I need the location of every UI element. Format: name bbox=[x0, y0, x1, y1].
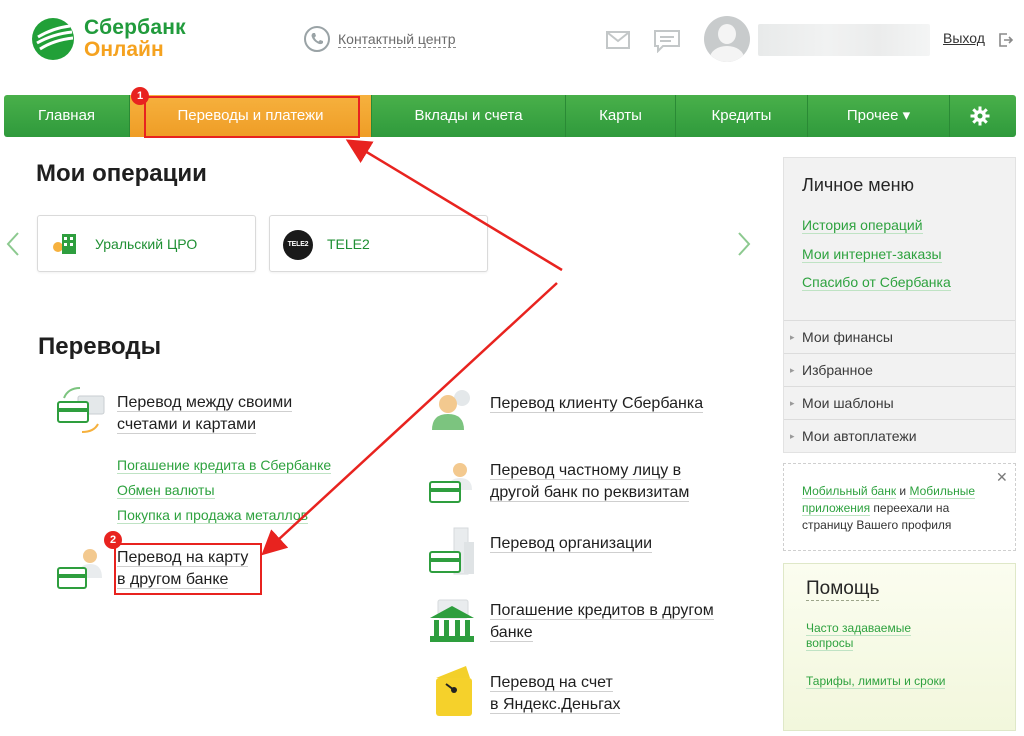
link-mobile-bank[interactable]: Мобильный банк bbox=[802, 484, 897, 499]
notice-conjunction: и bbox=[896, 484, 910, 498]
transfers-title: Переводы bbox=[38, 333, 162, 360]
nav-item-deposits[interactable]: Вклады и счета bbox=[372, 95, 566, 137]
nav-item-credits[interactable]: Кредиты bbox=[676, 95, 808, 137]
logout-icon[interactable] bbox=[998, 32, 1014, 48]
chevron-left-icon[interactable] bbox=[5, 231, 21, 257]
transfer-title-line2: другой банк по реквизитам bbox=[490, 484, 690, 502]
sub-link-currency-exchange[interactable]: Обмен валюты bbox=[117, 482, 215, 499]
own-accounts-transfer-icon bbox=[57, 387, 105, 433]
nav-item-cards[interactable]: Карты bbox=[566, 95, 676, 137]
transfer-sberbank-client[interactable]: Перевод клиенту Сбербанка bbox=[490, 393, 704, 415]
sub-link-metals[interactable]: Покупка и продажа металлов bbox=[117, 507, 309, 524]
tele2-logo-icon: TELE2 bbox=[283, 230, 313, 260]
avatar[interactable] bbox=[704, 16, 750, 62]
link-internet-orders[interactable]: Мои интернет-заказы bbox=[802, 246, 942, 263]
private-person-transfer-icon bbox=[429, 463, 472, 503]
section-my-autopayments[interactable]: Мои автоплатежи bbox=[784, 419, 1015, 453]
gear-icon[interactable] bbox=[970, 106, 990, 126]
sberbank-logo-icon bbox=[32, 18, 74, 60]
operation-card-label: TELE2 bbox=[327, 236, 370, 252]
notice-text: Мобильный банк и Мобильные приложения пе… bbox=[802, 483, 1002, 534]
bank-building-icon bbox=[430, 599, 474, 642]
help-panel: Помощь Часто задаваемые вопросы Тарифы, … bbox=[783, 563, 1016, 731]
transfer-title-line2: в Яндекс.Деньгах bbox=[490, 696, 621, 714]
transfer-title-line2: банке bbox=[490, 624, 533, 642]
operation-card-label: Уральский ЦРО bbox=[95, 236, 198, 252]
transfer-title-line1: Перевод между своими bbox=[117, 394, 293, 412]
sberbank-client-icon bbox=[432, 390, 470, 430]
header: Сбербанк Онлайн Контактный центр Выход bbox=[0, 0, 1024, 95]
transfer-title-line1: Перевод клиенту Сбербанка bbox=[490, 395, 704, 413]
nav-item-home[interactable]: Главная bbox=[4, 95, 130, 137]
annotation-box-2 bbox=[114, 543, 262, 595]
logo-text-line2: Онлайн bbox=[84, 38, 164, 61]
personal-menu-title: Личное меню bbox=[802, 175, 915, 195]
transfer-title-line2: счетами и картами bbox=[117, 416, 257, 434]
operation-card-tele2[interactable]: TELE2 TELE2 bbox=[269, 215, 488, 272]
sub-link-loan-repayment[interactable]: Погашение кредита в Сбербанке bbox=[117, 457, 332, 474]
chevron-right-icon[interactable] bbox=[736, 231, 752, 257]
annotation-badge-1: 1 bbox=[131, 87, 149, 105]
my-operations-title: Мои операции bbox=[36, 160, 207, 187]
section-my-finances[interactable]: Мои финансы bbox=[784, 320, 1015, 354]
section-favorites[interactable]: Избранное bbox=[784, 353, 1015, 387]
transfer-loan-other-bank[interactable]: Погашение кредитов в другом банке bbox=[490, 600, 714, 644]
logout-link[interactable]: Выход bbox=[943, 30, 985, 46]
transfer-own-accounts[interactable]: Перевод между своими счетами и картами bbox=[117, 392, 293, 436]
transfer-title-line1: Перевод частному лицу в bbox=[490, 462, 682, 480]
annotation-badge-2: 2 bbox=[104, 531, 122, 549]
link-faq[interactable]: Часто задаваемые вопросы bbox=[806, 621, 946, 651]
link-tariffs-text: Тарифы, лимиты и сроки bbox=[806, 674, 946, 689]
contact-center-link[interactable]: Контактный центр bbox=[338, 31, 456, 48]
organization-transfer-icon bbox=[429, 527, 474, 575]
section-my-templates[interactable]: Мои шаблоны bbox=[784, 386, 1015, 420]
link-spasibo[interactable]: Спасибо от Сбербанка bbox=[802, 274, 951, 291]
profile-notice: ✕ Мобильный банк и Мобильные приложения … bbox=[783, 463, 1016, 551]
transfer-yandex-money[interactable]: Перевод на счет в Яндекс.Деньгах bbox=[490, 672, 621, 716]
sberbank-logo[interactable]: Сбербанк Онлайн bbox=[30, 14, 200, 64]
mail-icon[interactable] bbox=[606, 31, 630, 49]
yandex-money-wallet-icon bbox=[436, 666, 472, 716]
personal-menu: Личное меню История операций Мои интерне… bbox=[783, 157, 1016, 453]
arrow-to-card-transfer bbox=[261, 282, 558, 556]
transfer-title-line1: Погашение кредитов в другом bbox=[490, 602, 714, 620]
chat-icon[interactable] bbox=[653, 29, 681, 53]
avatar-head bbox=[718, 24, 736, 44]
nav-item-other[interactable]: Прочее ▾ bbox=[808, 95, 950, 137]
annotation-box-1 bbox=[144, 96, 360, 138]
transfer-title-line1: Перевод на счет bbox=[490, 674, 613, 692]
link-operations-history[interactable]: История операций bbox=[802, 217, 923, 234]
transfer-title-line1: Перевод организации bbox=[490, 535, 653, 553]
transfer-private-person[interactable]: Перевод частному лицу в другой банк по р… bbox=[490, 460, 690, 504]
card-other-bank-icon bbox=[57, 549, 102, 589]
logo-text-line1: Сбербанк bbox=[84, 16, 186, 39]
building-icon bbox=[53, 234, 76, 254]
transfer-organization[interactable]: Перевод организации bbox=[490, 533, 653, 555]
link-tariffs[interactable]: Тарифы, лимиты и сроки bbox=[806, 674, 946, 689]
operation-card-uralsk[interactable]: Уральский ЦРО bbox=[37, 215, 256, 272]
phone-icon bbox=[304, 26, 330, 52]
avatar-body bbox=[710, 46, 744, 62]
user-name-redacted bbox=[758, 24, 930, 56]
link-faq-text: Часто задаваемые вопросы bbox=[806, 621, 912, 651]
help-title[interactable]: Помощь bbox=[806, 578, 880, 601]
